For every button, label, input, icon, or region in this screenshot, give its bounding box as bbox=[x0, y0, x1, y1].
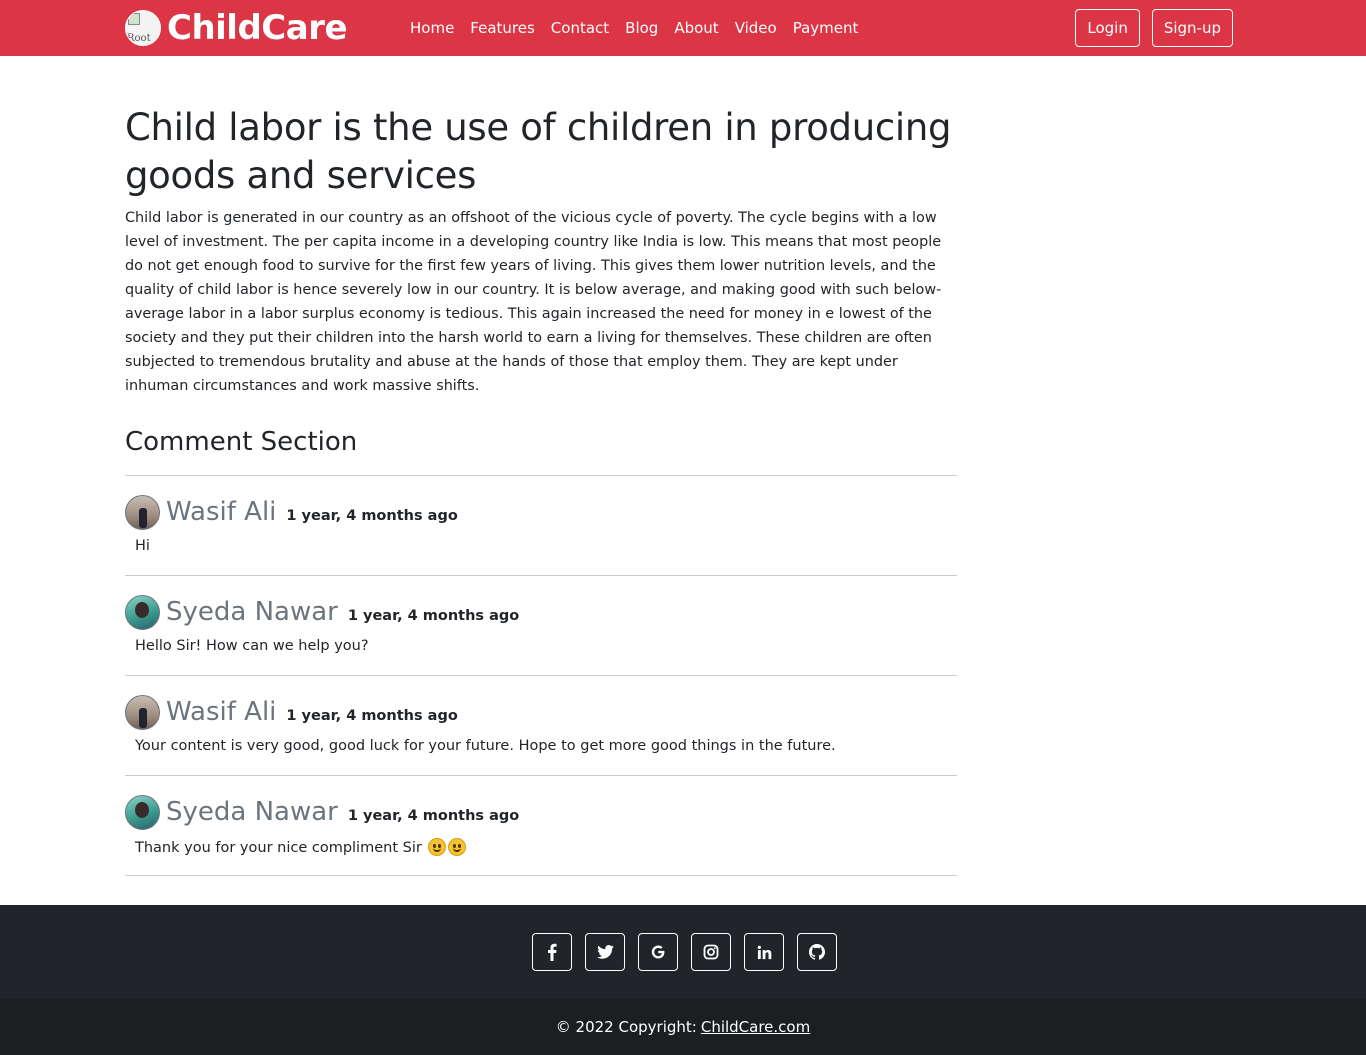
comment-item: Wasif Ali 1 year, 4 months ago Your cont… bbox=[125, 676, 957, 776]
comment-text: Hi bbox=[135, 538, 150, 554]
avatar bbox=[125, 594, 160, 630]
comment-author: Wasif Ali bbox=[166, 497, 277, 527]
comment-item: Syeda Nawar 1 year, 4 months ago Hello S… bbox=[125, 576, 957, 676]
footer-social-bar bbox=[0, 905, 1366, 999]
comment-header: Syeda Nawar 1 year, 4 months ago bbox=[125, 794, 519, 830]
nav-home[interactable]: Home bbox=[402, 19, 462, 37]
brand-logo-alt: Root bbox=[127, 33, 151, 44]
comment-header: Syeda Nawar 1 year, 4 months ago bbox=[125, 594, 519, 630]
post-title: Child labor is the use of children in pr… bbox=[125, 106, 952, 197]
avatar bbox=[125, 794, 160, 830]
linkedin-icon[interactable] bbox=[744, 933, 784, 971]
comment-text: Your content is very good, good luck for… bbox=[135, 738, 836, 754]
google-icon[interactable] bbox=[638, 933, 678, 971]
footer-copyright: © 2022 Copyright: ChildCare.com bbox=[0, 999, 1366, 1055]
comment-text: Hello Sir! How can we help you? bbox=[135, 638, 369, 654]
login-button[interactable]: Login bbox=[1075, 9, 1140, 47]
comment-time: 1 year, 4 months ago bbox=[347, 807, 520, 824]
brand[interactable]: Root ChildCare bbox=[125, 6, 348, 50]
brand-name[interactable]: ChildCare bbox=[167, 8, 348, 48]
nav-about[interactable]: About bbox=[666, 19, 726, 37]
copyright-text: © 2022 Copyright: bbox=[555, 1018, 697, 1036]
facebook-icon[interactable] bbox=[532, 933, 572, 971]
comment-text: Thank you for your nice compliment Sir bbox=[135, 840, 422, 856]
comment-time: 1 year, 4 months ago bbox=[347, 607, 520, 624]
nav-features[interactable]: Features bbox=[462, 19, 543, 37]
avatar bbox=[125, 694, 160, 730]
nav-payment[interactable]: Payment bbox=[785, 19, 867, 37]
nav-blog[interactable]: Blog bbox=[617, 19, 666, 37]
comment-item: Wasif Ali 1 year, 4 months ago Hi bbox=[125, 476, 957, 576]
comment-header: Wasif Ali 1 year, 4 months ago bbox=[125, 694, 458, 730]
comment-item: Syeda Nawar 1 year, 4 months ago Thank y… bbox=[125, 776, 957, 876]
signup-button[interactable]: Sign-up bbox=[1151, 9, 1233, 47]
broken-image-icon bbox=[128, 13, 140, 25]
twitter-icon[interactable] bbox=[585, 933, 625, 971]
github-icon[interactable] bbox=[797, 933, 837, 971]
nav-contact[interactable]: Contact bbox=[543, 19, 617, 37]
main-content: Child labor is the use of children in pr… bbox=[125, 104, 957, 876]
nav-links: Home Features Contact Blog About Video P… bbox=[402, 0, 866, 56]
comments-heading: Comment Section bbox=[125, 427, 358, 457]
comment-text-wrap: Thank you for your nice compliment Sir bbox=[135, 838, 467, 856]
footer-home-link[interactable]: ChildCare.com bbox=[701, 1018, 810, 1036]
smiling-emoji-icon bbox=[448, 838, 467, 856]
comment-author: Syeda Nawar bbox=[166, 797, 338, 827]
social-links bbox=[532, 933, 837, 971]
post-body: Child labor is generated in our country … bbox=[125, 210, 942, 394]
auth-buttons: Login Sign-up bbox=[1075, 9, 1233, 47]
nav-video[interactable]: Video bbox=[727, 19, 785, 37]
comment-time: 1 year, 4 months ago bbox=[286, 507, 458, 524]
navbar: Root ChildCare Home Features Contact Blo… bbox=[0, 0, 1366, 56]
brand-logo-icon: Root bbox=[125, 10, 161, 46]
comment-author: Syeda Nawar bbox=[166, 597, 338, 627]
comment-time: 1 year, 4 months ago bbox=[286, 707, 458, 724]
comment-author: Wasif Ali bbox=[166, 697, 277, 727]
avatar bbox=[125, 494, 160, 530]
instagram-icon[interactable] bbox=[691, 933, 731, 971]
grinning-emoji-icon bbox=[428, 838, 447, 856]
comment-header: Wasif Ali 1 year, 4 months ago bbox=[125, 494, 458, 530]
